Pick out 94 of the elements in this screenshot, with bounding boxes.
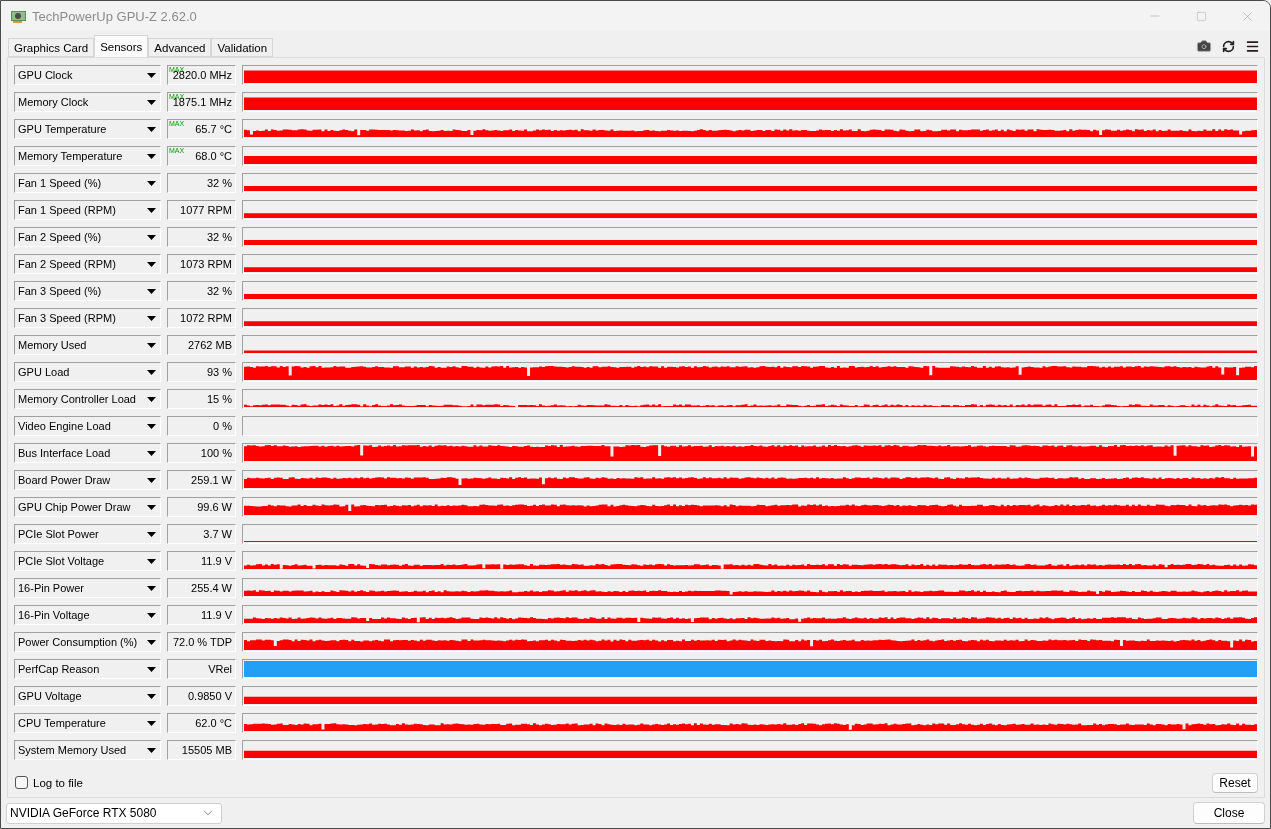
sensor-value: 68.0 °C [195, 150, 232, 162]
caret-icon [147, 423, 156, 429]
sensor-value: 62.0 °C [195, 717, 232, 729]
sensor-select[interactable]: GPU Load [14, 362, 161, 382]
sensor-select[interactable]: Board Power Draw [14, 470, 161, 490]
sensor-value: 99.6 W [197, 501, 232, 513]
sensor-select[interactable]: PerfCap Reason [14, 659, 161, 679]
sensor-value: 65.7 °C [195, 123, 232, 135]
tab[interactable]: Validation [211, 38, 274, 57]
sensor-select[interactable]: GPU Chip Power Draw [14, 497, 161, 517]
caret-icon [147, 234, 156, 240]
sensor-select[interactable]: PCIe Slot Voltage [14, 551, 161, 571]
caret-icon [147, 72, 156, 78]
caret-icon [147, 477, 156, 483]
caret-icon [147, 450, 156, 456]
gpu-select[interactable]: NVIDIA GeForce RTX 5080 [6, 802, 222, 824]
sensor-select[interactable]: 16-Pin Voltage [14, 605, 161, 625]
caret-icon [147, 261, 156, 267]
sensor-value: 32 % [206, 285, 232, 297]
sensor-value: 255.4 W [191, 582, 232, 594]
refresh-button[interactable] [1222, 39, 1235, 53]
sensor-select[interactable]: Memory Used [14, 335, 161, 355]
sensor-value: 32 % [206, 231, 232, 243]
caret-icon [147, 315, 156, 321]
sensor-value: 32 % [206, 177, 232, 189]
sensor-select[interactable]: Memory Temperature [14, 146, 161, 166]
tab[interactable]: Sensors [94, 35, 149, 57]
graphics-card-icon [11, 9, 26, 23]
caret-icon [147, 180, 156, 186]
caret-icon [147, 585, 156, 591]
sensor-select[interactable]: Video Engine Load [14, 416, 161, 436]
sensor-value: 2762 MB [187, 339, 232, 351]
sensor-value: 15 % [206, 393, 232, 405]
sensor-value: 100 % [200, 447, 232, 459]
caret-icon [147, 747, 156, 753]
caret-icon [147, 288, 156, 294]
sensor-select[interactable]: CPU Temperature [14, 713, 161, 733]
sensor-select[interactable]: Fan 1 Speed (RPM) [14, 200, 161, 220]
window-title: TechPowerUp GPU-Z 2.62.0 [32, 8, 197, 24]
sensor-select[interactable]: 16-Pin Power [14, 578, 161, 598]
caret-icon [147, 126, 156, 132]
sensor-select[interactable]: GPU Clock [14, 65, 161, 85]
sensor-value: 11.9 V [201, 609, 232, 621]
sensor-select[interactable]: Memory Controller Load [14, 389, 161, 409]
sensor-select[interactable]: Memory Clock [14, 92, 161, 112]
tab[interactable]: Graphics Card [8, 38, 95, 57]
caret-icon [147, 666, 156, 672]
sensor-select[interactable]: System Memory Used [14, 740, 161, 760]
caret-icon [147, 720, 156, 726]
caret-icon [147, 531, 156, 537]
caret-icon [147, 369, 156, 375]
sensor-value: 1072 RPM [180, 312, 232, 324]
checkbox-label[interactable]: Log to file [33, 776, 83, 789]
sensor-select[interactable]: Fan 3 Speed (%) [14, 281, 161, 301]
sensor-select[interactable]: Fan 3 Speed (RPM) [14, 308, 161, 328]
sensor-select[interactable]: Fan 2 Speed (RPM) [14, 254, 161, 274]
tab[interactable]: Advanced [148, 38, 212, 57]
sensor-select[interactable]: Fan 2 Speed (%) [14, 227, 161, 247]
sensor-select[interactable]: Fan 1 Speed (%) [14, 173, 161, 193]
sensor-value: 0 % [213, 420, 232, 432]
sensor-select[interactable]: GPU Temperature [14, 119, 161, 139]
caret-icon [147, 396, 156, 402]
sensor-value: 93 % [206, 366, 232, 378]
caret-icon [147, 99, 156, 105]
caret-icon [147, 693, 156, 699]
sensor-select[interactable]: GPU Voltage [14, 686, 161, 706]
menu-icon [1245, 38, 1260, 54]
caret-icon [147, 639, 156, 645]
sensor-value: 1073 RPM [180, 258, 232, 270]
sensor-select[interactable]: Power Consumption (%) [14, 632, 161, 652]
sensor-value: 259.1 W [191, 474, 232, 486]
sensor-value: 15505 MB [181, 744, 232, 756]
caret-icon [147, 558, 156, 564]
caret-icon [147, 153, 156, 159]
refresh-icon [1222, 39, 1235, 53]
caret-icon [147, 612, 156, 618]
sensor-value: 3.7 W [203, 528, 232, 540]
sensor-value: 72.0 % TDP [172, 636, 232, 648]
caret-icon [147, 207, 156, 213]
log-checkbox[interactable] [15, 776, 28, 789]
sensor-value: 0.9850 V [187, 690, 232, 702]
camera-button[interactable] [1196, 38, 1212, 54]
maximize-icon [1195, 10, 1207, 22]
reset-button[interactable]: Reset [1212, 772, 1258, 793]
sensor-select[interactable]: Bus Interface Load [14, 443, 161, 463]
close-dialog-button[interactable]: Close [1193, 802, 1265, 824]
camera-icon [1196, 38, 1212, 54]
sensor-select[interactable]: PCIe Slot Power [14, 524, 161, 544]
caret-icon [147, 342, 156, 348]
sensor-value: VRel [208, 663, 232, 675]
caret-icon [147, 504, 156, 510]
sensor-value: 11.9 V [201, 555, 232, 567]
sensor-value: 1077 RPM [180, 204, 232, 216]
menu-button[interactable] [1245, 38, 1260, 54]
